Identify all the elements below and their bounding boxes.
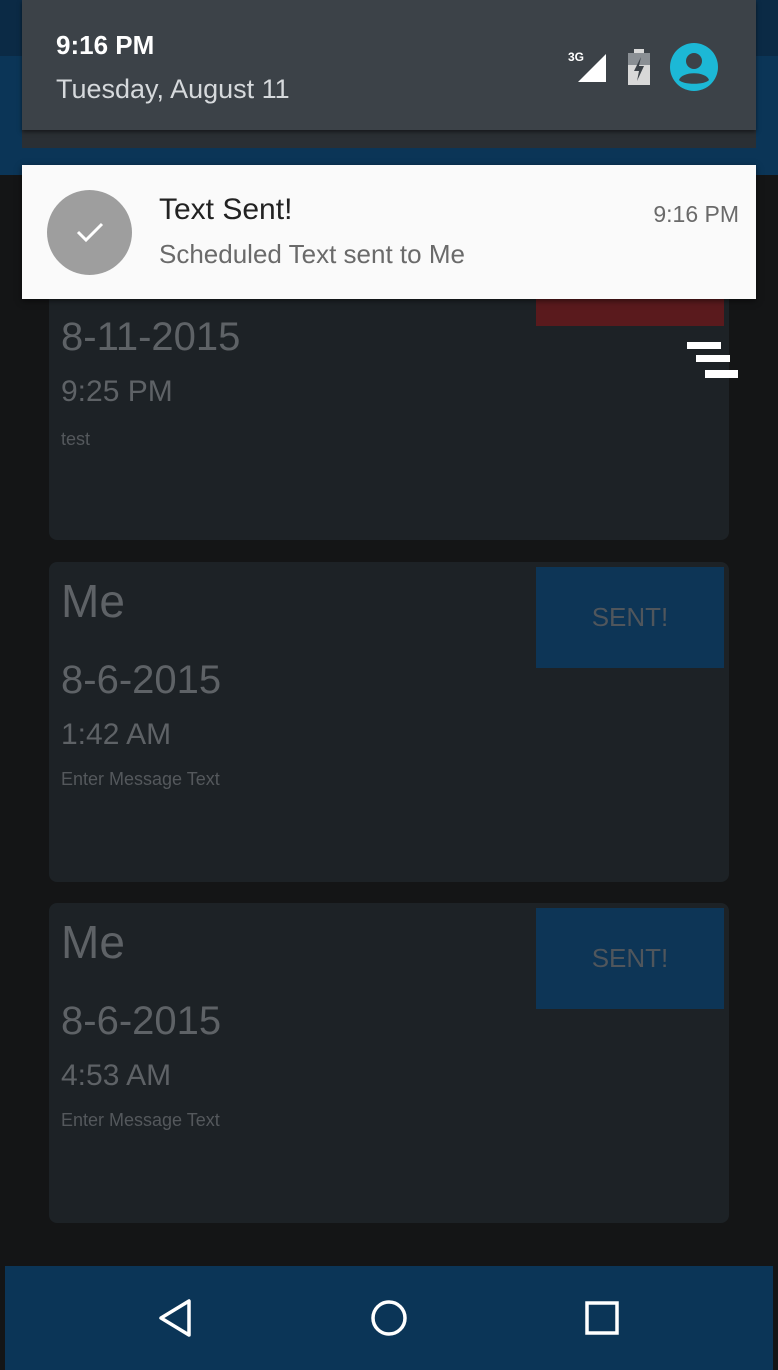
signal-3g-icon: 3G <box>568 50 608 84</box>
status-icons: 3G <box>568 42 718 92</box>
card-time: 4:53 AM <box>61 1059 172 1092</box>
shade-shadow <box>22 130 756 148</box>
shade-time: 9:16 PM <box>56 30 155 60</box>
card-message: Enter Message Text <box>61 769 220 789</box>
card-date: 8-6-2015 <box>61 658 222 702</box>
recents-icon[interactable] <box>572 1288 632 1348</box>
sent-status-button[interactable]: SENT! <box>536 567 724 668</box>
card-time: 9:25 PM <box>61 375 173 408</box>
screen: 8-11-2015 9:25 PM test Me 8-6-2015 1:42 … <box>0 0 778 1370</box>
card-date: 8-11-2015 <box>61 315 241 359</box>
notification-shade-header[interactable]: 9:16 PM Tuesday, August 11 3G <box>22 0 756 130</box>
shade-date: Tuesday, August 11 <box>56 74 290 104</box>
card-date: 8-6-2015 <box>61 999 222 1043</box>
card-message: test <box>61 429 91 449</box>
heads-up-notification[interactable]: Text Sent! Scheduled Text sent to Me 9:1… <box>22 165 756 299</box>
notification-time: 9:16 PM <box>653 201 739 227</box>
back-icon[interactable] <box>146 1288 206 1348</box>
sent-status-button[interactable]: SENT! <box>536 908 724 1009</box>
notification-title: Text Sent! <box>159 193 293 226</box>
card-time: 1:42 AM <box>61 718 172 751</box>
notification-body: Scheduled Text sent to Me <box>159 239 465 269</box>
scheduled-text-card[interactable]: Me 8-6-2015 4:53 AM Enter Message Text S… <box>49 903 729 1223</box>
scheduled-text-card[interactable]: Me 8-6-2015 1:42 AM Enter Message Text S… <box>49 562 729 882</box>
account-avatar-icon[interactable] <box>670 43 718 91</box>
card-recipient: Me <box>61 575 125 627</box>
home-icon[interactable] <box>359 1288 419 1348</box>
card-message: Enter Message Text <box>61 1110 220 1130</box>
navigation-bar <box>5 1266 773 1370</box>
card-recipient: Me <box>61 916 125 968</box>
battery-charging-icon <box>626 49 652 85</box>
pending-status-button[interactable] <box>536 298 724 326</box>
checkmark-icon <box>47 190 132 275</box>
reorder-handle-icon[interactable] <box>687 340 739 385</box>
